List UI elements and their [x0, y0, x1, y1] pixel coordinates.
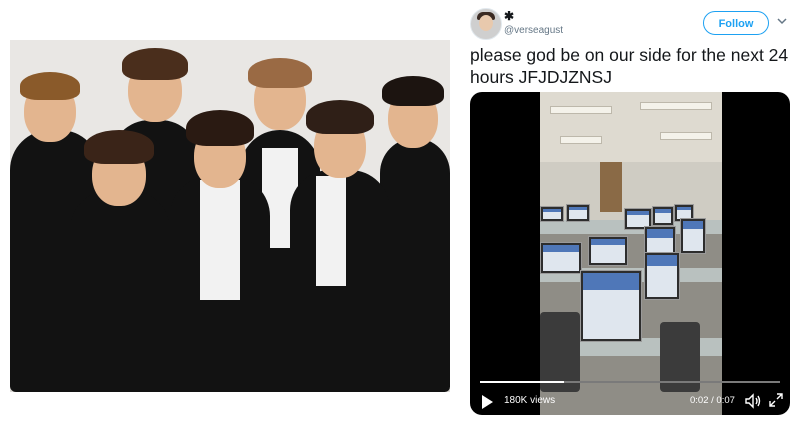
display-name[interactable]: ✱ [504, 9, 514, 23]
video-player[interactable]: 180K views 0:02 / 0:07 [470, 92, 790, 415]
user-handle[interactable]: @verseagust [504, 25, 563, 36]
person [290, 90, 390, 392]
person [170, 102, 270, 392]
video-progress-bar[interactable] [480, 381, 780, 383]
group-photo [10, 40, 450, 392]
video-frame [540, 92, 722, 415]
person [70, 120, 170, 392]
play-icon[interactable] [482, 395, 493, 409]
view-count: 180K views [504, 395, 556, 406]
person [380, 66, 450, 392]
avatar[interactable] [470, 8, 502, 40]
tweet-card: ✱ @verseagust Follow please god be on ou… [462, 0, 800, 424]
follow-button[interactable]: Follow [703, 11, 769, 35]
tweet-text: please god be on our side for the next 2… [470, 45, 789, 87]
video-time: 0:02 / 0:07 [690, 395, 735, 406]
fullscreen-icon[interactable] [768, 392, 784, 408]
chevron-down-icon[interactable] [777, 16, 787, 28]
volume-icon[interactable] [744, 392, 762, 410]
